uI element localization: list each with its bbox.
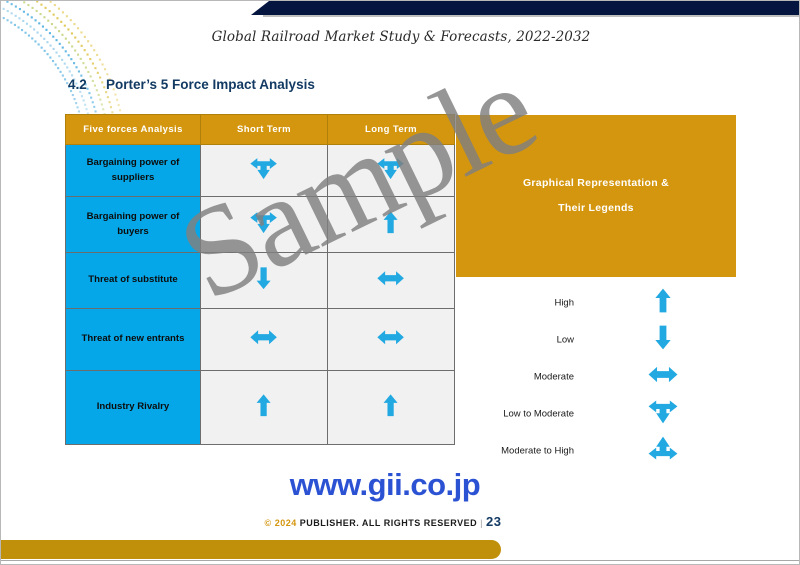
table-header-row: Five forces Analysis Short Term Long Ter…	[65, 114, 455, 145]
legend-item-icon	[641, 286, 685, 320]
force-label-cell: Bargaining power of buyers	[65, 196, 201, 253]
left-right-arrow-icon	[377, 270, 405, 286]
page-title: Porter’s 5 Force Impact Analysis	[106, 77, 315, 92]
up-arrow-icon	[655, 288, 671, 312]
header-navy-band-shadow	[263, 15, 799, 17]
legend-item-icon	[641, 323, 685, 357]
left-right-arrow-icon	[250, 329, 278, 345]
document-title: Global Railroad Market Study & Forecasts…	[211, 29, 591, 45]
footer-gold-band	[1, 540, 501, 559]
force-label-cell: Industry Rivalry	[65, 370, 201, 445]
down-arrow-icon	[655, 325, 671, 349]
legend-item-label: Low to Moderate	[503, 408, 574, 419]
legend-item-label: High	[554, 297, 574, 308]
long-term-cell	[327, 196, 455, 253]
long-term-cell	[327, 308, 455, 371]
legend-item: High	[456, 284, 746, 321]
legend-list: High Low Moderate Low to Moderate Moderate t…	[456, 284, 746, 469]
column-header-five-forces: Five forces Analysis	[65, 114, 201, 145]
legend-item-icon	[641, 360, 685, 394]
force-label: Bargaining power of buyers	[86, 210, 180, 237]
table-row: Threat of substitute	[65, 252, 455, 309]
low-to-moderate-arrow-icon	[250, 211, 278, 233]
short-term-cell	[200, 144, 328, 197]
legend-box-line2: Their Legends	[558, 202, 634, 214]
table-row: Bargaining power of buyers	[65, 196, 455, 253]
legend-item-label: Moderate to High	[501, 445, 574, 456]
short-term-cell	[200, 370, 328, 445]
short-term-cell	[200, 252, 328, 309]
low-to-moderate-arrow-icon	[250, 157, 278, 179]
force-label: Threat of new entrants	[81, 333, 185, 345]
moderate-to-high-arrow-icon	[648, 436, 678, 460]
porters-five-forces-table: Five forces Analysis Short Term Long Ter…	[65, 114, 455, 445]
up-arrow-icon	[383, 211, 399, 233]
slide-page: Global Railroad Market Study & Forecasts…	[0, 0, 800, 565]
force-label: Industry Rivalry	[96, 401, 170, 413]
copyright-separator: |	[480, 518, 483, 528]
website-url[interactable]: www.gii.co.jp	[1, 467, 799, 503]
long-term-cell	[327, 252, 455, 309]
legend-item-label: Low	[556, 334, 574, 345]
force-label-cell: Threat of substitute	[65, 252, 201, 309]
graphical-representation-box: Graphical Representation & Their Legends	[456, 115, 736, 277]
long-term-cell	[327, 370, 455, 445]
legend-item: Low	[456, 321, 746, 358]
table-row: Industry Rivalry	[65, 370, 455, 445]
copyright-year: 2024	[274, 518, 297, 528]
page-number: 23	[485, 514, 502, 529]
table-row: Bargaining power of suppliers	[65, 144, 455, 197]
column-header-long-term: Long Term	[327, 114, 455, 145]
low-to-moderate-arrow-icon	[648, 399, 678, 423]
long-term-cell	[327, 144, 455, 197]
copyright-rights: PUBLISHER. ALL RIGHTS RESERVED	[299, 518, 478, 528]
column-header-short-term: Short Term	[200, 114, 328, 145]
short-term-cell	[200, 196, 328, 253]
up-arrow-icon	[383, 394, 399, 416]
left-right-arrow-icon	[648, 366, 678, 382]
force-label: Bargaining power of suppliers	[86, 156, 180, 183]
header-navy-band	[251, 1, 799, 15]
legend-item-icon	[641, 397, 685, 431]
section-number: 4.2	[68, 77, 87, 92]
left-right-arrow-icon	[377, 329, 405, 345]
legend-item-icon	[641, 434, 685, 468]
low-to-moderate-arrow-icon	[377, 157, 405, 179]
legend-box-line1: Graphical Representation &	[522, 176, 670, 189]
copyright-symbol: ©	[264, 518, 272, 528]
force-label: Threat of substitute	[88, 274, 178, 286]
copyright-line: © 2024 PUBLISHER. ALL RIGHTS RESERVED | …	[1, 514, 799, 529]
legend-item: Low to Moderate	[456, 395, 746, 432]
footer-divider-line	[1, 560, 799, 561]
legend-item-label: Moderate	[533, 371, 574, 382]
up-arrow-icon	[256, 394, 272, 416]
legend-item: Moderate to High	[456, 432, 746, 469]
legend-item: Moderate	[456, 358, 746, 395]
short-term-cell	[200, 308, 328, 371]
table-row: Threat of new entrants	[65, 308, 455, 371]
down-arrow-icon	[256, 267, 272, 289]
force-label-cell: Threat of new entrants	[65, 308, 201, 371]
force-label-cell: Bargaining power of suppliers	[65, 144, 201, 197]
